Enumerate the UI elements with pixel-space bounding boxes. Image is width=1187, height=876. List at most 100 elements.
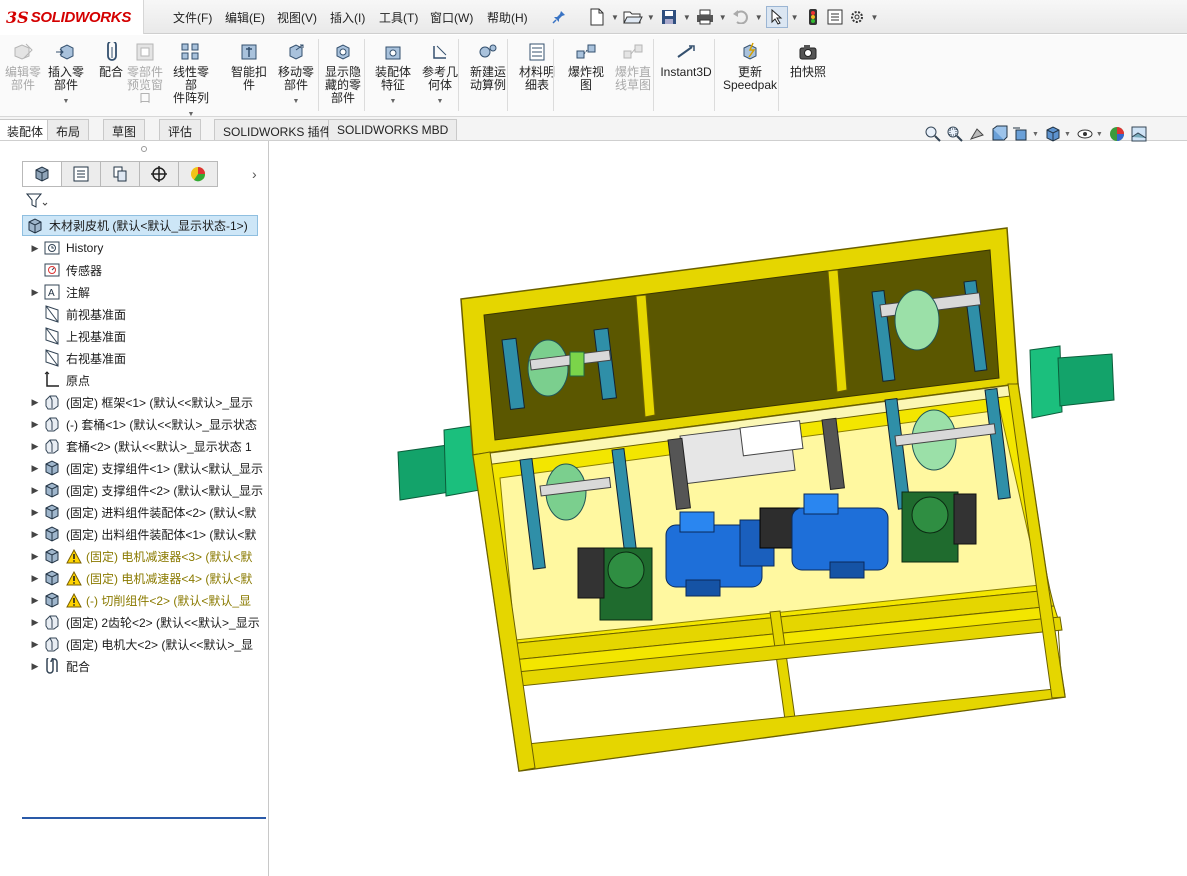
tab-layout[interactable]: 布局 (47, 119, 90, 140)
tab-solidworks-addins[interactable]: SOLIDWORKS 插件 (214, 119, 341, 140)
tree-item[interactable]: ▶ 配合 (22, 655, 267, 677)
chevron-down-icon[interactable]: ▼ (370, 95, 416, 108)
file-properties-icon[interactable] (824, 6, 846, 28)
print-icon[interactable] (694, 6, 716, 28)
chevron-right-icon[interactable]: › (252, 166, 257, 182)
menu-tools[interactable]: 工具(T) (379, 9, 418, 26)
tree-item[interactable]: ▶ 套桶<2> (默认<<默认>_显示状态 1 (22, 435, 267, 457)
expand-arrow-icon[interactable]: ▶ (28, 573, 42, 584)
menu-insert[interactable]: 插入(I) (330, 9, 365, 26)
chevron-down-icon[interactable]: ▼ (683, 13, 691, 22)
menu-window[interactable]: 窗口(W) (430, 9, 473, 26)
chevron-down-icon[interactable]: ▼ (273, 95, 319, 108)
menu-edit[interactable]: 编辑(E) (225, 9, 265, 26)
edit-appearance-icon[interactable] (1106, 124, 1128, 144)
expand-arrow-icon[interactable]: ▶ (28, 463, 42, 474)
expand-arrow-icon[interactable]: ▶ (28, 419, 42, 430)
chevron-down-icon[interactable]: ▼ (755, 13, 763, 22)
chevron-down-icon[interactable]: ▼ (791, 13, 799, 22)
view-orientation-icon[interactable] (1042, 124, 1064, 144)
graphics-area[interactable] (270, 146, 1187, 876)
tree-item[interactable]: ▶ (固定) 支撑组件<1> (默认<默认_显示 (22, 457, 267, 479)
chevron-down-icon[interactable]: ▼ (1032, 131, 1039, 138)
ribbon-cmd-move-component[interactable]: 移动零 部件 ▼ (273, 41, 319, 108)
tree-item[interactable]: ▶ (-) 套桶<1> (默认<<默认>_显示状态 (22, 413, 267, 435)
tab-solidworks-mbd[interactable]: SOLIDWORKS MBD (328, 119, 458, 140)
save-icon[interactable] (658, 6, 680, 28)
filter-icon[interactable] (26, 191, 52, 211)
chevron-down-icon[interactable]: ▼ (719, 13, 727, 22)
ribbon-cmd-explode-line[interactable]: 爆炸直 线草图 (610, 41, 656, 92)
section-view-icon[interactable] (988, 124, 1010, 144)
chevron-down-icon[interactable]: ▼ (43, 95, 89, 108)
panel-resize-handle[interactable] (141, 146, 147, 152)
expand-arrow-icon[interactable]: ▶ (28, 287, 42, 298)
tree-item[interactable]: ▶ A 注解 (22, 281, 267, 303)
previous-view-icon[interactable] (966, 124, 988, 144)
tree-item[interactable]: ▶ (固定) 框架<1> (默认<<默认>_显示 (22, 391, 267, 413)
configurationmanager-tab[interactable] (100, 161, 140, 187)
options-icon[interactable] (846, 6, 868, 28)
ribbon-cmd-snapshot[interactable]: 拍快照 (785, 41, 831, 79)
expand-arrow-icon[interactable]: ▶ (28, 485, 42, 496)
tree-item[interactable]: 传感器 (22, 259, 267, 281)
tree-item[interactable]: ▶ (固定) 电机减速器<4> (默认<默 (22, 567, 267, 589)
tree-rollback-bar[interactable] (22, 817, 266, 819)
expand-arrow-icon[interactable]: ▶ (28, 243, 42, 254)
expand-arrow-icon[interactable]: ▶ (28, 507, 42, 518)
open-icon[interactable] (622, 6, 644, 28)
ribbon-cmd-exploded-view[interactable]: 爆炸视 图 (563, 41, 609, 92)
chevron-down-icon[interactable]: ▼ (1064, 131, 1071, 138)
menu-file[interactable]: 文件(F) (173, 9, 212, 26)
tree-item[interactable]: ▶ (-) 切削组件<2> (默认<默认_显 (22, 589, 267, 611)
propertymanager-tab[interactable] (61, 161, 101, 187)
apply-scene-icon[interactable] (1128, 124, 1150, 144)
menu-help[interactable]: 帮助(H) (487, 9, 528, 26)
chevron-down-icon[interactable]: ▼ (417, 95, 463, 108)
ribbon-cmd-edit-component[interactable]: 编辑零 部件 (0, 41, 46, 92)
ribbon-cmd-linear-pattern[interactable]: 线性零部 件阵列 ▼ (168, 41, 214, 121)
tab-evaluate[interactable]: 评估 (159, 119, 202, 140)
expand-arrow-icon[interactable]: ▶ (28, 397, 42, 408)
ribbon-cmd-speedpak[interactable]: 更新 Speedpak (722, 41, 778, 92)
expand-arrow-icon[interactable]: ▶ (28, 441, 42, 452)
tree-item[interactable]: 前视基准面 (22, 303, 267, 325)
expand-arrow-icon[interactable]: ▶ (28, 551, 42, 562)
tree-item[interactable]: ▶ (固定) 出料组件装配体<1> (默认<默 (22, 523, 267, 545)
solidworks-logo[interactable]: 3S SOLIDWORKS (0, 0, 144, 34)
ribbon-cmd-smart-fasteners[interactable]: 智能扣 件 (226, 41, 272, 92)
tree-root-assembly[interactable]: 木材剥皮机 (默认<默认_显示状态-1>) (22, 215, 258, 236)
chevron-down-icon[interactable]: ▼ (647, 13, 655, 22)
tree-item[interactable]: ▶ (固定) 进料组件装配体<2> (默认<默 (22, 501, 267, 523)
new-document-icon[interactable] (586, 6, 608, 28)
zoom-to-fit-icon[interactable] (922, 124, 944, 144)
expand-arrow-icon[interactable]: ▶ (28, 639, 42, 650)
ribbon-cmd-component-preview[interactable]: 零部件 预览窗 口 (122, 41, 168, 105)
tree-item[interactable]: ▶ History (22, 237, 267, 259)
pin-icon[interactable] (548, 6, 570, 28)
dimxpert-tab[interactable] (139, 161, 179, 187)
tab-assembly[interactable]: 装配体 (0, 119, 53, 140)
expand-arrow-icon[interactable]: ▶ (28, 529, 42, 540)
ribbon-cmd-instant3d[interactable]: Instant3D (658, 41, 714, 79)
tree-item[interactable]: ▶ (固定) 2齿轮<2> (默认<<默认>_显示 (22, 611, 267, 633)
dynamic-annotation-icon[interactable] (1010, 124, 1032, 144)
expand-arrow-icon[interactable]: ▶ (28, 661, 42, 672)
tree-item[interactable]: 原点 (22, 369, 267, 391)
tree-item[interactable]: 上视基准面 (22, 325, 267, 347)
rebuild-icon[interactable] (802, 6, 824, 28)
chevron-down-icon[interactable]: ▼ (871, 13, 879, 22)
ribbon-cmd-insert-component[interactable]: 插入零 部件 ▼ (43, 41, 89, 108)
hide-show-items-icon[interactable] (1074, 124, 1096, 144)
menu-view[interactable]: 视图(V) (277, 9, 317, 26)
tree-item[interactable]: 右视基准面 (22, 347, 267, 369)
tree-item[interactable]: ▶ (固定) 电机大<2> (默认<<默认>_显 (22, 633, 267, 655)
expand-arrow-icon[interactable]: ▶ (28, 617, 42, 628)
tree-item[interactable]: ▶ (固定) 电机减速器<3> (默认<默 (22, 545, 267, 567)
tab-sketch[interactable]: 草图 (103, 119, 146, 140)
chevron-down-icon[interactable]: ▼ (1096, 131, 1103, 138)
select-icon[interactable] (765, 6, 788, 28)
expand-arrow-icon[interactable]: ▶ (28, 595, 42, 606)
display-manager-tab[interactable] (178, 161, 218, 187)
chevron-down-icon[interactable]: ▼ (611, 13, 619, 22)
